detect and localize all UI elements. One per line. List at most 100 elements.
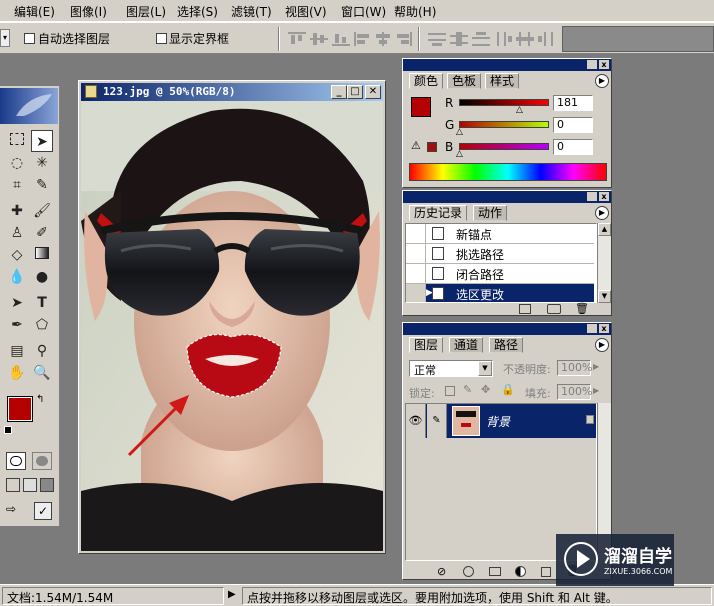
align-vcenter-icon[interactable] <box>310 32 328 46</box>
fill-value[interactable]: 100% <box>557 384 592 400</box>
delete-state-icon[interactable]: 🗑 <box>575 302 589 315</box>
history-item[interactable]: 闭合路径 <box>406 264 594 284</box>
channel-g-handle-icon[interactable]: △ <box>456 127 463 137</box>
palette-close-button[interactable]: x <box>599 192 609 201</box>
marquee-tool-icon[interactable] <box>6 130 28 152</box>
lock-transparency-icon[interactable] <box>445 386 455 396</box>
tool-preset-dropdown[interactable]: ▾ <box>0 29 10 47</box>
screen-mode-standard-icon[interactable] <box>6 478 20 492</box>
scroll-up-icon[interactable]: ▲ <box>598 223 611 236</box>
menu-help[interactable]: 帮助(H) <box>394 3 436 20</box>
menu-filter[interactable]: 滤镜(T) <box>231 3 272 20</box>
menu-image[interactable]: 图像(I) <box>70 3 107 20</box>
new-adjustment-layer-icon[interactable] <box>515 566 526 577</box>
new-group-icon[interactable] <box>489 567 501 576</box>
default-colors-icon[interactable] <box>4 426 12 434</box>
distribute-right-icon[interactable] <box>536 32 554 46</box>
fill-arrow-icon[interactable]: ▶ <box>593 386 599 395</box>
lock-all-icon[interactable]: 🔒 <box>501 383 515 396</box>
eye-icon[interactable]: 👁 <box>406 404 426 438</box>
tab-channels[interactable]: 通道 <box>449 337 484 353</box>
maximize-button[interactable]: □ <box>347 85 363 99</box>
color-spectrum-bar[interactable] <box>409 163 607 181</box>
distribute-hcenter-icon[interactable] <box>516 32 534 46</box>
align-left-icon[interactable] <box>354 32 372 46</box>
add-mask-icon[interactable] <box>463 566 474 577</box>
screen-mode-full-icon[interactable] <box>40 478 54 492</box>
auto-select-checkbox[interactable] <box>24 33 35 44</box>
menu-layer[interactable]: 图层(L) <box>126 3 166 20</box>
history-brush-tool-icon[interactable]: ✐ <box>31 222 53 244</box>
layer-row[interactable]: 👁 ✎ 背景 <box>406 404 596 438</box>
foreground-color-swatch[interactable] <box>7 396 33 422</box>
new-snapshot-icon[interactable] <box>547 304 561 314</box>
jump-to-imageready-icon[interactable]: ⇨ <box>6 502 28 520</box>
healing-brush-tool-icon[interactable]: ✚ <box>6 200 28 222</box>
distribute-top-icon[interactable] <box>428 32 446 46</box>
tab-actions[interactable]: 动作 <box>473 205 508 221</box>
dodge-tool-icon[interactable]: ● <box>31 266 53 288</box>
path-select-tool-icon[interactable]: ➤ <box>6 292 28 314</box>
palette-close-button[interactable]: x <box>599 324 609 333</box>
history-item[interactable]: 挑选路径 <box>406 244 594 264</box>
palette-menu-button[interactable]: ▶ <box>595 338 609 352</box>
new-layer-icon[interactable] <box>541 567 551 577</box>
channel-r-handle-icon[interactable]: △ <box>516 105 523 115</box>
doc-size-field[interactable]: 文档:1.54M/1.54M <box>2 587 224 605</box>
quick-mask-mode-icon[interactable] <box>32 452 52 470</box>
menu-view[interactable]: 视图(V) <box>285 3 327 20</box>
move-tool-icon[interactable]: ➤ <box>31 130 53 152</box>
type-tool-icon[interactable]: T <box>31 292 53 314</box>
lock-position-icon[interactable]: ✥ <box>481 383 490 396</box>
opacity-value[interactable]: 100% <box>557 360 592 376</box>
distribute-left-icon[interactable] <box>496 32 514 46</box>
align-right-icon[interactable] <box>394 32 412 46</box>
standard-mode-icon[interactable] <box>6 452 26 470</box>
channel-b-handle-icon[interactable]: △ <box>456 149 463 159</box>
eyedropper-tool-icon[interactable]: ⚲ <box>31 340 53 362</box>
distribute-bottom-icon[interactable] <box>472 32 490 46</box>
channel-b-slider[interactable] <box>459 143 549 150</box>
history-item-selected[interactable]: ▶ 选区更改 <box>406 284 594 302</box>
history-item[interactable]: 新锚点 <box>406 224 594 244</box>
tab-layers[interactable]: 图层 <box>409 337 444 353</box>
clone-stamp-tool-icon[interactable]: ♙ <box>6 222 28 244</box>
menu-select[interactable]: 选择(S) <box>177 3 218 20</box>
minimize-button[interactable]: _ <box>331 85 347 99</box>
screen-mode-full-menu-icon[interactable] <box>23 478 37 492</box>
pen-tool-icon[interactable]: ✒ <box>6 314 28 336</box>
magic-wand-tool-icon[interactable]: ✳ <box>31 152 53 174</box>
menu-edit[interactable]: 编辑(E) <box>14 3 55 20</box>
shape-tool-icon[interactable]: ⬠ <box>31 314 53 336</box>
show-bounds-checkbox[interactable] <box>156 33 167 44</box>
slice-tool-icon[interactable]: ✎ <box>31 174 53 196</box>
palette-minimize-button[interactable] <box>587 192 597 201</box>
status-menu-arrow-icon[interactable]: ▶ <box>228 589 236 600</box>
palette-close-button[interactable]: x <box>599 60 609 69</box>
chevron-down-icon[interactable]: ▼ <box>478 361 492 376</box>
hand-tool-icon[interactable]: ✋ <box>6 362 28 384</box>
channel-r-value[interactable]: 181 <box>553 95 593 111</box>
align-hcenter-icon[interactable] <box>374 32 392 46</box>
palette-titlebar[interactable]: x <box>403 59 611 71</box>
new-document-from-state-icon[interactable] <box>519 304 531 314</box>
imageready-icon[interactable]: ✓ <box>34 502 52 520</box>
channel-g-value[interactable]: 0 <box>553 117 593 133</box>
distribute-vcenter-icon[interactable] <box>450 32 468 46</box>
history-scrollbar[interactable]: ▲ ▼ <box>597 223 611 303</box>
channel-g-slider[interactable] <box>459 121 549 128</box>
palette-titlebar[interactable]: x <box>403 191 611 203</box>
gamut-warning-icon[interactable]: ⚠ <box>411 139 421 152</box>
palette-minimize-button[interactable] <box>587 60 597 69</box>
tab-color[interactable]: 颜色 <box>409 73 444 89</box>
palette-titlebar[interactable]: x <box>403 323 611 335</box>
crop-tool-icon[interactable]: ⌗ <box>6 174 28 196</box>
zoom-tool-icon[interactable]: 🔍 <box>31 362 53 384</box>
palette-menu-button[interactable]: ▶ <box>595 206 609 220</box>
opacity-arrow-icon[interactable]: ▶ <box>593 362 599 371</box>
lock-image-icon[interactable]: ✎ <box>463 383 472 396</box>
swap-colors-icon[interactable]: ↰ <box>36 394 44 405</box>
document-titlebar[interactable]: 123.jpg @ 50%(RGB/8) _ □ ✕ <box>81 83 383 101</box>
scroll-down-icon[interactable]: ▼ <box>598 290 611 303</box>
tab-history[interactable]: 历史记录 <box>409 205 468 221</box>
